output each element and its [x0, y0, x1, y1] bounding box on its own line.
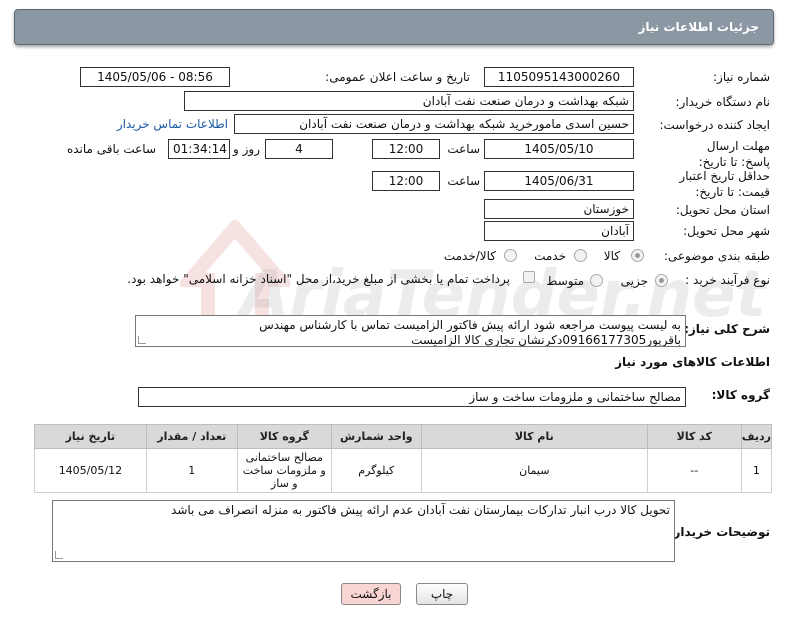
cell-item-code: --	[646, 448, 742, 493]
description-label: شرح کلی نیاز:	[684, 322, 770, 336]
need-number-label: شماره نیاز:	[713, 70, 770, 84]
cell-need-date: 1405/05/12	[34, 448, 147, 493]
cell-row-number: 1	[740, 448, 773, 493]
deadline-days-field[interactable]: 4	[265, 139, 333, 159]
process-radio-minor[interactable]	[655, 274, 668, 287]
payment-treasury-checkbox[interactable]	[523, 271, 535, 283]
description-line-2: باقرپور09166177305دکرنشان تجاری کالا الز…	[411, 333, 681, 347]
need-number-field[interactable]: 1105095143000260	[484, 67, 634, 87]
remaining-time-label: ساعت باقی مانده	[66, 142, 156, 156]
buyer-notes-label: توضیحات خریدار:	[668, 525, 770, 539]
remaining-time-field[interactable]: 01:34:14	[168, 139, 230, 159]
goods-group-label: گروه کالا:	[711, 388, 770, 402]
deadline-label: مهلت ارسال پاسخ: تا تاریخ:	[698, 139, 770, 169]
cell-unit: کیلوگرم	[330, 448, 422, 493]
goods-table: ردیف کد کالا نام کالا واحد شمارش گروه کا…	[34, 424, 773, 493]
process-radio-medium[interactable]	[590, 274, 603, 287]
process-type-label: نوع فرآیند خرید :	[685, 273, 770, 287]
buyer-notes-textarea[interactable]: تحویل کالا درب انبار تدارکات بیمارستان ن…	[52, 500, 675, 562]
price-validity-date-field[interactable]: 1405/06/31	[484, 171, 634, 191]
table-row[interactable]: 1 -- سیمان کیلوگرم مصالح ساختمانی و ملزو…	[34, 448, 773, 493]
price-validity-time-field[interactable]: 12:00	[372, 171, 440, 191]
category-label: طبقه بندی موضوعی:	[663, 249, 770, 263]
deadline-time-label: ساعت	[447, 142, 480, 156]
buyer-org-field[interactable]: شبکه بهداشت و درمان صنعت نفت آبادان	[184, 91, 634, 111]
deadline-date-field[interactable]: 1405/05/10	[484, 139, 634, 159]
province-field[interactable]: خوزستان	[484, 199, 634, 219]
category-radio-goods-service[interactable]	[504, 249, 517, 262]
page-title: جزئیات اطلاعات نیاز	[638, 20, 759, 34]
col-quantity: تعداد / مقدار	[145, 424, 238, 449]
col-item-name: نام کالا	[420, 424, 648, 449]
category-option-goods-service: کالا/خدمت	[443, 249, 496, 263]
col-item-group: گروه کالا	[236, 424, 332, 449]
print-button[interactable]: چاپ	[416, 583, 468, 605]
price-validity-time-label: ساعت	[447, 174, 480, 188]
resize-grip-icon[interactable]	[138, 336, 146, 344]
goods-info-title: اطلاعات کالاهای مورد نیاز	[615, 355, 770, 369]
deadline-time-field[interactable]: 12:00	[372, 139, 440, 159]
col-row-number: ردیف	[740, 424, 773, 449]
requester-field[interactable]: حسین اسدی مامورخرید شبکه بهداشت و درمان …	[234, 114, 634, 134]
cell-item-name: سیمان	[420, 448, 648, 493]
payment-treasury-note: پرداخت تمام یا بخشی از مبلغ خرید،از محل …	[127, 272, 510, 286]
col-item-code: کد کالا	[646, 424, 742, 449]
city-label: شهر محل تحویل:	[683, 224, 770, 238]
table-header-row: ردیف کد کالا نام کالا واحد شمارش گروه کا…	[34, 424, 773, 449]
requester-label: ایجاد کننده درخواست:	[659, 118, 770, 132]
price-validity-label: حداقل تاریخ اعتبار قیمت: تا تاریخ:	[679, 169, 770, 199]
col-unit: واحد شمارش	[330, 424, 422, 449]
description-line-1: به لیست پیوست مراجعه شود ارائه پیش فاکتو…	[259, 318, 681, 332]
back-button[interactable]: بازگشت	[341, 583, 401, 605]
process-option-medium: متوسط	[546, 274, 584, 288]
buyer-contact-link[interactable]: اطلاعات تماس خریدار	[117, 117, 228, 131]
category-option-goods: کالا	[603, 249, 620, 263]
resize-grip-icon[interactable]	[55, 551, 63, 559]
category-radio-service[interactable]	[574, 249, 587, 262]
announce-datetime-field[interactable]: 1405/05/06 - 08:56	[80, 67, 230, 87]
cell-quantity: 1	[145, 448, 238, 493]
city-field[interactable]: آبادان	[484, 221, 634, 241]
province-label: استان محل تحویل:	[675, 203, 770, 217]
cell-item-group: مصالح ساختمانی و ملزومات ساخت و ساز	[236, 448, 332, 493]
buyer-notes-text: تحویل کالا درب انبار تدارکات بیمارستان ن…	[171, 503, 670, 517]
page-header: جزئیات اطلاعات نیاز	[14, 9, 774, 45]
process-option-minor: جزیی	[620, 274, 648, 288]
col-need-date: تاریخ نیاز	[34, 424, 147, 449]
watermark: AriaTender.net	[180, 220, 766, 370]
announce-label: تاریخ و ساعت اعلان عمومی:	[325, 70, 470, 84]
deadline-days-label: روز و	[233, 142, 260, 156]
category-radio-goods[interactable]	[631, 249, 644, 262]
category-option-service: خدمت	[534, 249, 566, 263]
goods-group-field[interactable]: مصالح ساختمانی و ملزومات ساخت و ساز	[138, 387, 686, 407]
description-textarea[interactable]: به لیست پیوست مراجعه شود ارائه پیش فاکتو…	[135, 315, 686, 347]
buyer-org-label: نام دستگاه خریدار:	[675, 95, 771, 109]
